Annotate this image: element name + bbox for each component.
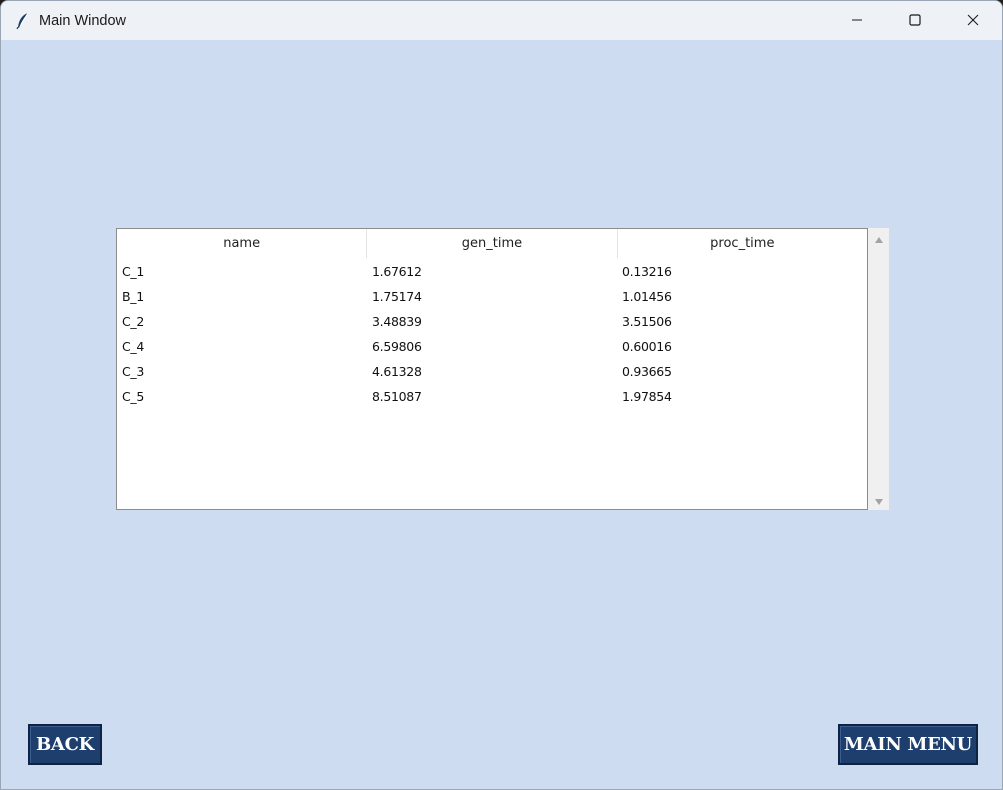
- cell-name: C_1: [122, 264, 145, 279]
- maximize-icon: [909, 11, 921, 30]
- cell-proc-time: 0.60016: [622, 339, 672, 354]
- table-row[interactable]: C_4 6.59806 0.60016: [117, 334, 867, 359]
- cell-gen-time: 4.61328: [372, 364, 422, 379]
- cell-proc-time: 0.13216: [622, 264, 672, 279]
- cell-gen-time: 8.51087: [372, 389, 422, 404]
- cell-name: C_4: [122, 339, 145, 354]
- close-button[interactable]: [944, 1, 1002, 40]
- main-menu-button[interactable]: MAIN MENU: [838, 724, 978, 765]
- scroll-down-arrow-icon: [874, 491, 884, 510]
- table-body: C_1 1.67612 0.13216 B_1 1.75174 1.01456 …: [117, 259, 867, 409]
- column-header-gen-time[interactable]: gen_time: [367, 229, 618, 258]
- cell-gen-time: 1.67612: [372, 264, 422, 279]
- cell-proc-time: 0.93665: [622, 364, 672, 379]
- table-row[interactable]: B_1 1.75174 1.01456: [117, 284, 867, 309]
- cell-name: B_1: [122, 289, 144, 304]
- table-row[interactable]: C_5 8.51087 1.97854: [117, 384, 867, 409]
- column-header-proc-time[interactable]: proc_time: [617, 229, 867, 258]
- table-header: name gen_time proc_time: [117, 229, 867, 259]
- table-row[interactable]: C_1 1.67612 0.13216: [117, 259, 867, 284]
- back-button[interactable]: BACK: [28, 724, 102, 765]
- scroll-up-button[interactable]: [868, 228, 889, 248]
- cell-name: C_2: [122, 314, 145, 329]
- column-header-name[interactable]: name: [117, 229, 368, 258]
- cell-proc-time: 3.51506: [622, 314, 672, 329]
- minimize-icon: [851, 11, 863, 30]
- window-controls: [828, 1, 1002, 40]
- title-bar[interactable]: Main Window: [1, 1, 1002, 40]
- scroll-up-arrow-icon: [874, 229, 884, 248]
- table-row[interactable]: C_3 4.61328 0.93665: [117, 359, 867, 384]
- maximize-button[interactable]: [886, 1, 944, 40]
- minimize-button[interactable]: [828, 1, 886, 40]
- cell-gen-time: 3.48839: [372, 314, 422, 329]
- scroll-down-button[interactable]: [868, 490, 889, 510]
- table-row[interactable]: C_2 3.48839 3.51506: [117, 309, 867, 334]
- close-icon: [967, 11, 979, 30]
- data-table[interactable]: name gen_time proc_time C_1 1.67612 0.13…: [116, 228, 868, 510]
- cell-proc-time: 1.97854: [622, 389, 672, 404]
- cell-gen-time: 6.59806: [372, 339, 422, 354]
- feather-icon: [15, 12, 31, 29]
- vertical-scrollbar[interactable]: [868, 228, 889, 510]
- cell-name: C_5: [122, 389, 145, 404]
- cell-name: C_3: [122, 364, 145, 379]
- window-title: Main Window: [39, 12, 127, 29]
- main-window: Main Window name gen_time proc_time C_1 …: [0, 0, 1003, 790]
- cell-gen-time: 1.75174: [372, 289, 422, 304]
- cell-proc-time: 1.01456: [622, 289, 672, 304]
